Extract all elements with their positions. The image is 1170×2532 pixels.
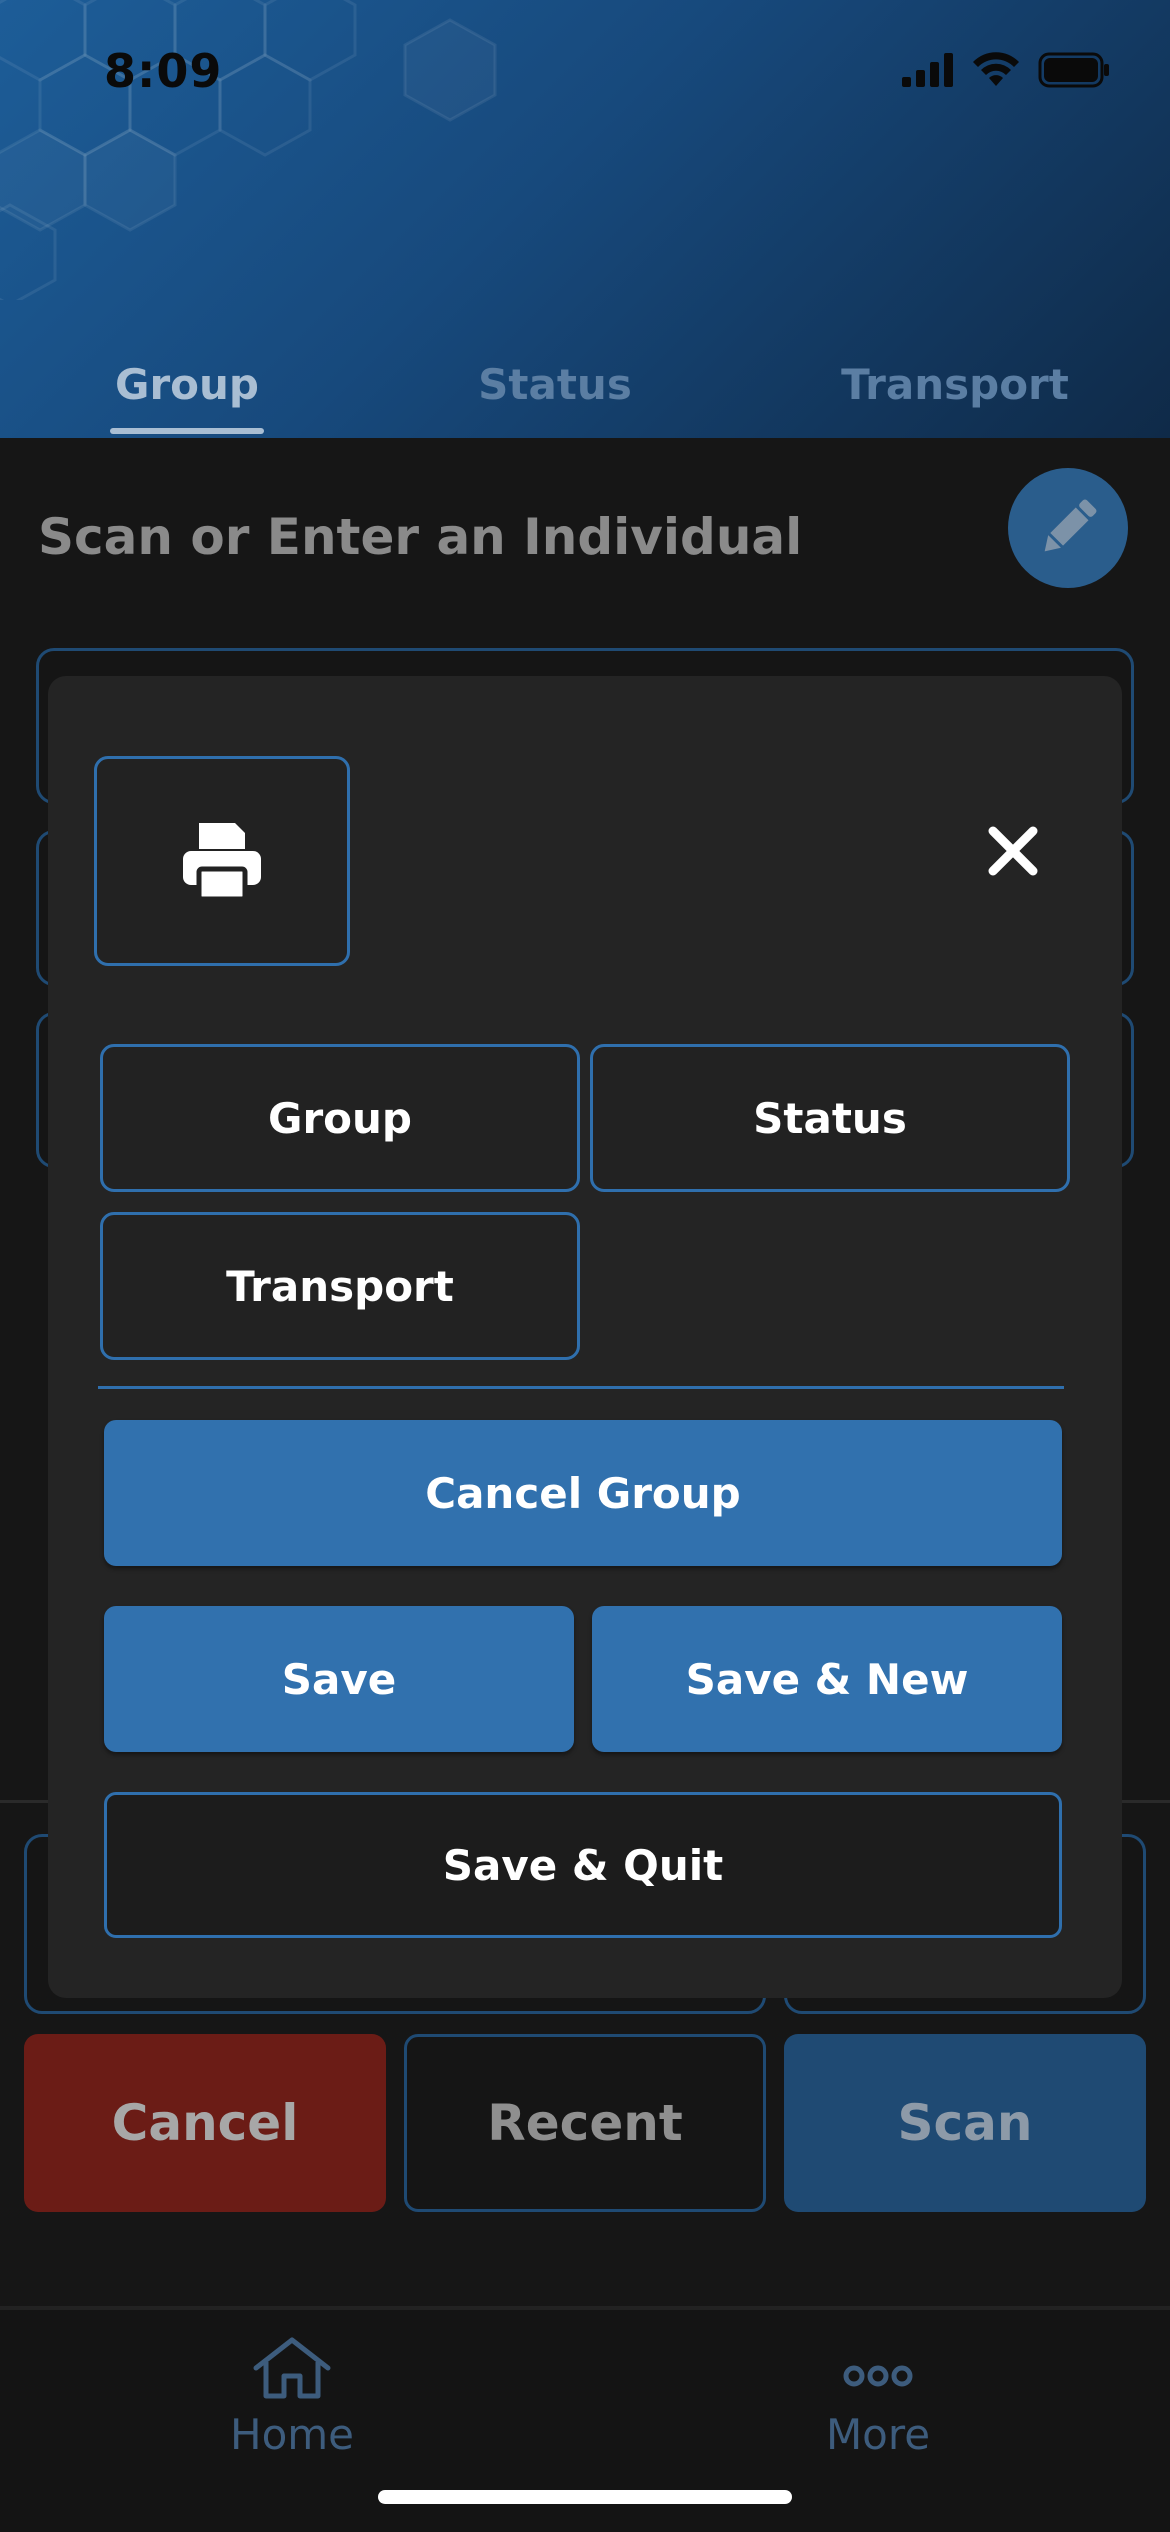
option-transport-button[interactable]: Transport: [100, 1212, 580, 1360]
save-button[interactable]: Save: [104, 1606, 574, 1752]
close-icon: [988, 826, 1038, 876]
tab-group[interactable]: Group: [110, 360, 264, 409]
recent-button[interactable]: Recent: [404, 2034, 766, 2212]
scan-button[interactable]: Scan: [784, 2034, 1146, 2212]
cancel-group-button[interactable]: Cancel Group: [104, 1420, 1062, 1566]
option-group-button[interactable]: Group: [100, 1044, 580, 1192]
nav-more-label: More: [825, 2410, 931, 2459]
active-tab-indicator: [110, 428, 264, 434]
page-title: Scan or Enter an Individual: [38, 508, 803, 566]
battery-icon: [1038, 52, 1109, 88]
wifi-icon: [973, 52, 1019, 86]
nav-home[interactable]: Home: [162, 2336, 422, 2459]
cancel-button[interactable]: Cancel: [24, 2034, 386, 2212]
edit-button[interactable]: [1008, 468, 1128, 588]
status-icons: [902, 52, 1110, 88]
printer-icon: [183, 823, 261, 902]
pencil-icon: [1044, 499, 1097, 552]
app-header: 8:09 Group Status Transport: [0, 0, 1170, 438]
nav-home-label: Home: [229, 2410, 355, 2459]
home-icon: [253, 2337, 331, 2399]
option-status-button[interactable]: Status: [590, 1044, 1070, 1192]
save-and-quit-button[interactable]: Save & Quit: [104, 1792, 1062, 1938]
tab-bar: Group Status Transport: [0, 350, 1170, 438]
status-time: 8:09: [104, 44, 223, 98]
hexagon-pattern: [0, 0, 497, 300]
print-button[interactable]: [94, 756, 350, 966]
save-options-modal: Group Status Transport Cancel Group Save…: [48, 676, 1122, 1998]
tab-status[interactable]: Status: [470, 360, 640, 409]
close-button[interactable]: [968, 806, 1058, 896]
tab-transport[interactable]: Transport: [840, 360, 1070, 409]
nav-more[interactable]: More: [748, 2336, 1008, 2459]
modal-divider: [98, 1386, 1064, 1389]
save-and-new-button[interactable]: Save & New: [592, 1606, 1062, 1752]
cellular-signal-icon: [902, 53, 953, 87]
more-icon: [843, 2365, 913, 2387]
home-indicator: [378, 2490, 792, 2504]
